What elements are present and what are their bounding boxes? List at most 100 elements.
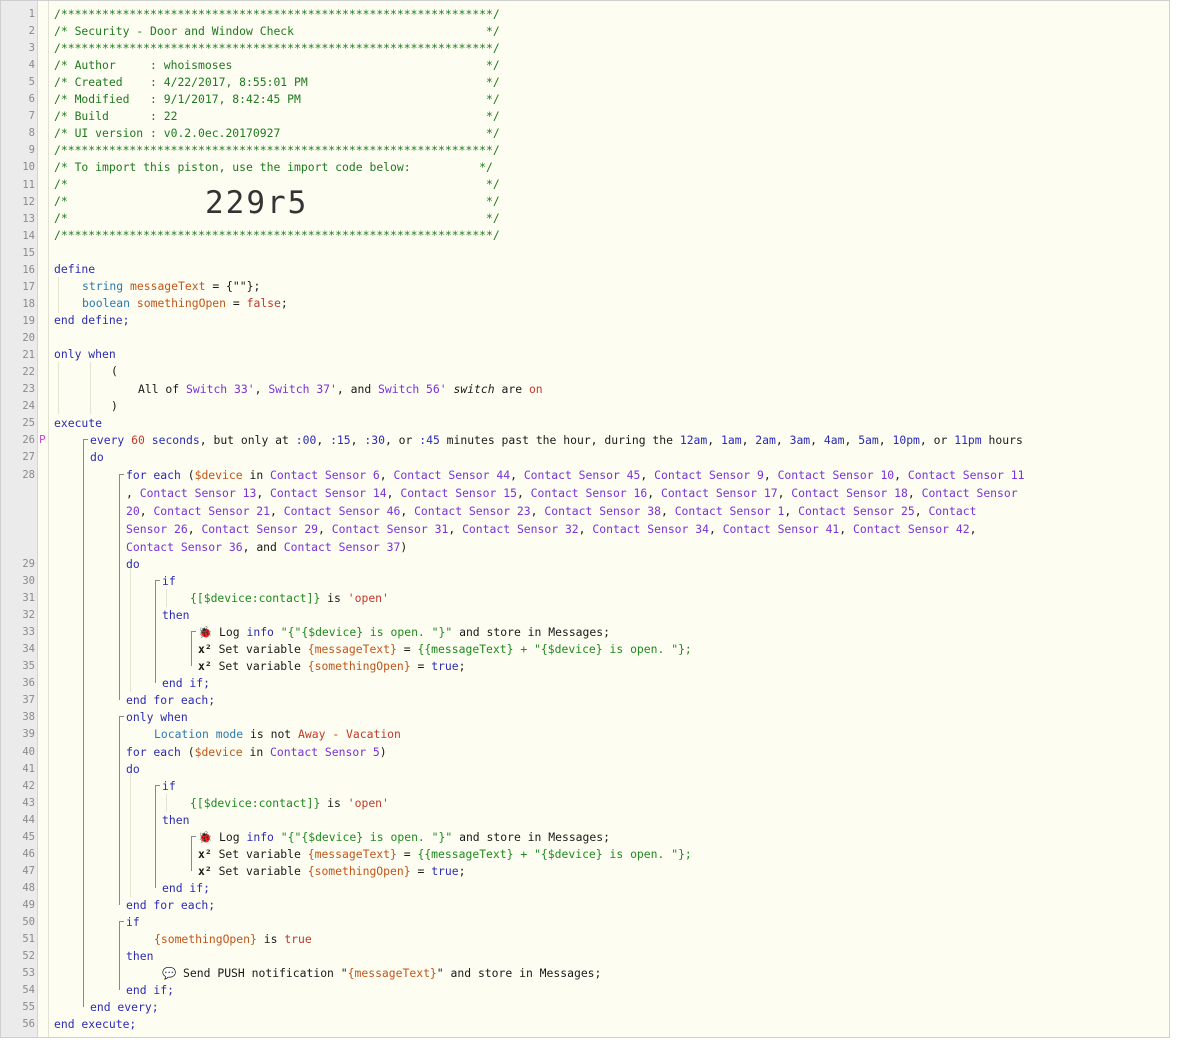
line-number: 33 [22,626,35,638]
indent-guide [166,794,167,812]
set-variable-statement[interactable]: x² Set variable {somethingOpen} = true; [198,864,465,878]
indent-guide [58,277,59,313]
line-number-gutter: 1 2 3 4 5 6 7 8 9 10 11 12 13 14 15 16 17 18 19 20 21 22 23 24 2… [1,1,38,1037]
if-condition[interactable]: {somethingOpen} is true [154,932,312,946]
indent-guide [130,568,131,692]
bug-icon: 🐞 [198,830,213,844]
header-line: /* Security - Door and Window Check */ [54,24,500,38]
location-mode-condition[interactable]: Location mode is not Away - Vacation [154,727,401,741]
only-when-header[interactable]: only when [54,347,116,361]
log-statement[interactable]: 🐞 Log info "{"{$device} is open. "}" and… [198,625,610,639]
if-bracket [155,580,156,683]
line-number: 26 [22,434,35,447]
for-each-devices[interactable]: Contact Sensor 36, and Contact Sensor 37… [126,540,407,554]
bracket-cap [155,785,160,786]
line-number: 56 [22,1018,35,1030]
piston-code-editor: 1 2 3 4 5 6 7 8 9 10 11 12 13 14 15 16 17 18 19 20 21 22 23 24 2… [0,0,1170,1038]
set-variable-statement[interactable]: x² Set variable {messageText} = {{messag… [198,847,692,861]
line-number: 20 [22,331,35,344]
for-each-devices[interactable]: Sensor 26, Contact Sensor 29, Contact Se… [126,522,976,536]
line-number: 1 [28,8,35,20]
header-line: /***************************************… [54,228,500,242]
line-number: 40 [22,746,35,758]
end-for-each: end for each; [126,898,216,912]
for-each-do: do [126,762,140,776]
push-notification-statement[interactable]: 💬 Send PUSH notification "{messageText}"… [162,966,601,980]
line-number: 5 [28,76,35,89]
line-number: 48 [22,882,35,894]
if-keyword[interactable]: if [162,574,176,588]
bracket-cap [155,580,160,581]
line-number: 29 [22,558,35,570]
indent-guide [90,362,91,414]
line-number: 38 [22,711,35,723]
log-statement[interactable]: 🐞 Log info "{"{$device} is open. "}" and… [198,830,610,844]
line-number: 52 [22,950,35,962]
every-do: do [90,450,104,464]
set-variable-statement[interactable]: x² Set variable {somethingOpen} = true; [198,659,465,673]
end-define: end define; [54,313,130,327]
if-condition[interactable]: {[$device:contact]} is 'open' [190,796,389,810]
line-number: 55 [22,1001,35,1013]
define-var-1[interactable]: string messageText = {""}; [82,279,260,293]
if-keyword[interactable]: if [162,779,176,793]
every-timer-statement[interactable]: every 60 seconds, but only at :00, :15, … [90,433,1023,447]
line-number: 31 [22,592,35,604]
line-number: 50 [22,916,35,928]
set-variable-statement[interactable]: x² Set variable {messageText} = {{messag… [198,642,692,656]
line-number: 37 [22,694,35,706]
line-number: 43 [22,797,35,809]
line-number: 15 [22,246,35,259]
for-each-statement[interactable]: for each ($device in Contact Sensor 5) [126,745,387,759]
line-number: 28 [22,469,35,481]
bracket-cap [191,836,196,837]
only-when-condition[interactable]: All of Switch 33', Switch 37', and Switc… [138,382,543,396]
line-number: 39 [22,728,35,740]
line-number: 35 [22,660,35,672]
indent-guide [130,773,131,897]
line-number: 46 [22,848,35,860]
end-if: end if; [126,983,175,997]
header-line: /* Build : 22 */ [54,109,500,123]
paren-open: ( [111,364,118,378]
line-number: 18 [22,297,35,310]
for-each-statement[interactable]: for each ($device in Contact Sensor 6, C… [126,468,1024,482]
define-var-2[interactable]: boolean somethingOpen = false; [82,296,288,310]
if-keyword[interactable]: if [126,915,140,929]
line-number: 23 [22,383,35,396]
for-each-do: do [126,557,140,571]
line-number: 10 [22,161,35,174]
for-each-devices[interactable]: 20, Contact Sensor 21, Contact Sensor 46… [126,504,976,518]
line-number: 13 [22,212,35,225]
line-number: 41 [22,763,35,775]
line-number: 34 [22,643,35,655]
line-number: 32 [22,609,35,621]
then-bracket [191,631,192,666]
bracket-cap [83,439,88,440]
line-number: 49 [22,899,35,911]
for-each-bracket [119,474,120,700]
line-number: 16 [22,263,35,276]
line-number: 36 [22,677,35,689]
for-each-devices[interactable]: , Contact Sensor 13, Contact Sensor 14, … [126,486,1018,500]
variable-icon: x² [198,847,212,861]
line-number: 6 [28,93,35,106]
line-number: 44 [22,814,35,826]
header-line: /***************************************… [54,7,500,21]
variable-icon: x² [198,642,212,656]
bug-icon: 🐞 [198,625,213,639]
line-number: 25 [22,417,35,430]
variable-icon: x² [198,864,212,878]
header-line: /* Author : whoismoses */ [54,58,500,72]
bracket-cap [119,474,124,475]
debug-marker[interactable]: P [39,433,46,446]
only-when-header[interactable]: only when [126,710,188,724]
import-code[interactable]: 229r5 [205,185,308,221]
line-number: 30 [22,575,35,587]
line-number: 4 [28,59,35,72]
end-if: end if; [162,881,211,895]
variable-icon: x² [198,659,212,673]
bracket-cap [191,631,196,632]
indent-guide [58,362,59,414]
if-condition[interactable]: {[$device:contact]} is 'open' [190,591,389,605]
